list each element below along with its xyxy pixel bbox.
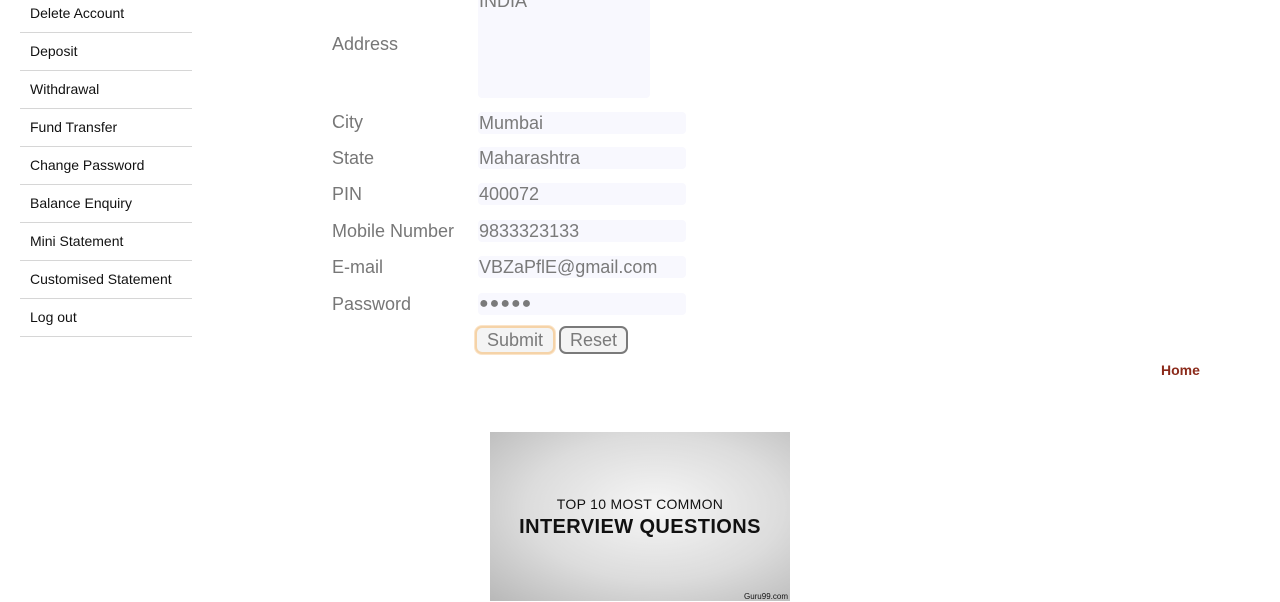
email-label: E-mail [332, 257, 384, 277]
mobile-number-field[interactable]: 9833323133 [478, 220, 686, 242]
address-label: Address [332, 34, 399, 54]
home-link[interactable]: Home [1161, 362, 1200, 378]
password-field[interactable]: ●●●●● [478, 293, 686, 315]
pin-label: PIN [332, 184, 363, 204]
interview-questions-banner[interactable]: TOP 10 MOST COMMON INTERVIEW QUESTIONS G… [490, 432, 790, 601]
sidebar-item-fund-transfer[interactable]: Fund Transfer [20, 109, 192, 147]
banner-title: INTERVIEW QUESTIONS [519, 516, 761, 538]
pin-field[interactable]: 400072 [478, 183, 686, 205]
address-field[interactable]: INDIA [478, 0, 650, 98]
banner-credit: Guru99.com [743, 592, 788, 601]
sidebar-item-mini-statement[interactable]: Mini Statement [20, 223, 192, 261]
city-label: City [332, 112, 363, 132]
sidebar-item-deposit[interactable]: Deposit [20, 33, 192, 71]
reset-button[interactable]: Reset [559, 326, 628, 354]
sidebar-item-customised-statement[interactable]: Customised Statement [20, 261, 192, 299]
sidebar-item-change-password[interactable]: Change Password [20, 147, 192, 185]
sidebar-item-balance-enquiry[interactable]: Balance Enquiry [20, 185, 192, 223]
sidebar-item-log-out[interactable]: Log out [20, 299, 192, 337]
submit-button[interactable]: Submit [475, 326, 555, 354]
sidebar-menu: Delete Account Deposit Withdrawal Fund T… [20, 0, 192, 337]
password-label: Password [332, 294, 412, 314]
banner-subtitle: TOP 10 MOST COMMON [556, 496, 724, 512]
sidebar-item-delete-account[interactable]: Delete Account [20, 0, 192, 33]
address-value: INDIA [479, 0, 528, 11]
page: Delete Account Deposit Withdrawal Fund T… [0, 0, 1280, 602]
state-label: State [332, 148, 375, 168]
city-field[interactable]: Mumbai [478, 112, 686, 134]
mobile-number-label: Mobile Number [332, 221, 455, 241]
email-field[interactable]: VBZaPflE@gmail.com [478, 256, 686, 278]
state-field[interactable]: Maharashtra [478, 147, 686, 169]
sidebar-item-withdrawal[interactable]: Withdrawal [20, 71, 192, 109]
